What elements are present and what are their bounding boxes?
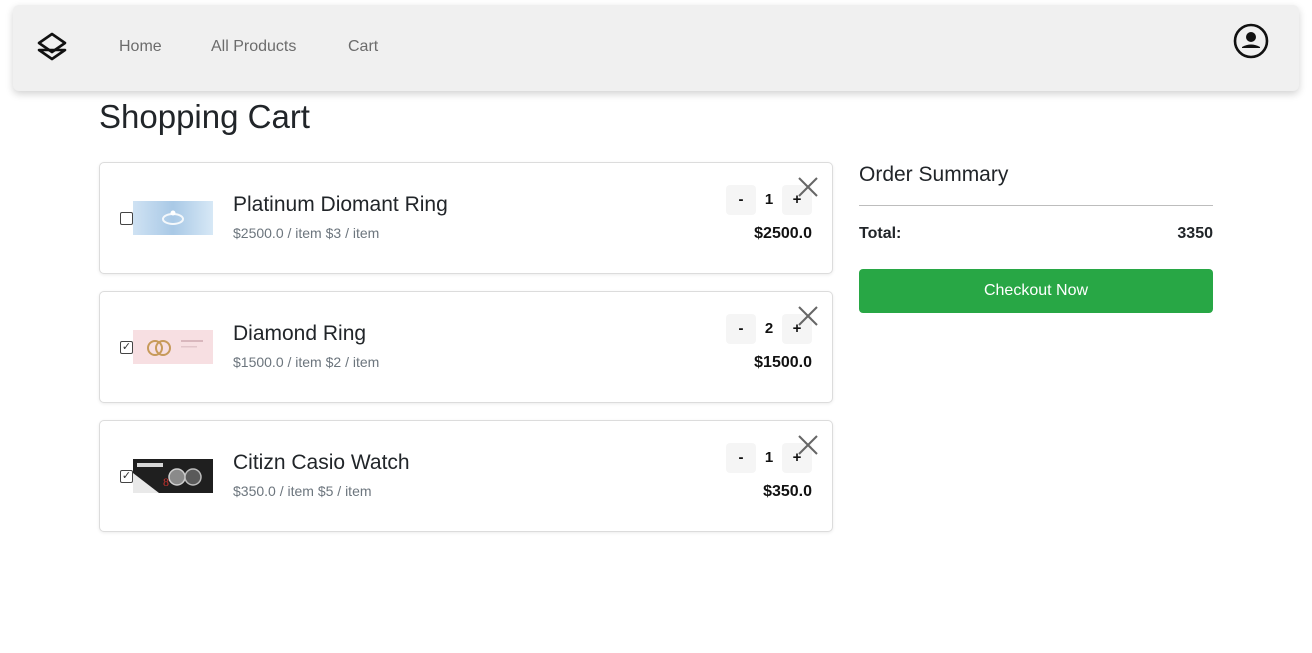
total-value: 3350 — [1177, 225, 1213, 242]
product-price: $1500.0 / item $2 / item — [233, 354, 380, 370]
item-select-checkbox[interactable] — [120, 212, 133, 225]
quantity-value: 1 — [764, 449, 774, 466]
cart-item: ✓ Diamond Ring $1500.0 / item $2 / item … — [99, 291, 833, 403]
checkout-button[interactable]: Checkout Now — [859, 269, 1213, 313]
product-price: $350.0 / item $5 / item — [233, 483, 372, 499]
decrement-button[interactable]: - — [726, 185, 756, 215]
nav-link-home[interactable]: Home — [119, 38, 162, 56]
product-name: Platinum Diomant Ring — [233, 193, 448, 216]
svg-text:8: 8 — [163, 475, 169, 489]
quantity-value: 2 — [764, 320, 774, 337]
navbar: Home All Products Cart — [13, 5, 1299, 91]
close-icon[interactable] — [796, 175, 820, 199]
product-name: Citizn Casio Watch — [233, 451, 410, 474]
close-icon[interactable] — [796, 304, 820, 328]
total-label: Total: — [859, 225, 902, 242]
quantity-value: 1 — [764, 191, 774, 208]
product-thumbnail — [133, 201, 213, 235]
item-select-checkbox[interactable]: ✓ — [120, 341, 133, 354]
product-thumbnail — [133, 330, 213, 364]
order-summary-title: Order Summary — [859, 163, 1009, 186]
cart-item: ✓ 8 Citizn Casio Watch $350.0 / item $5 … — [99, 420, 833, 532]
item-select-checkbox[interactable]: ✓ — [120, 470, 133, 483]
decrement-button[interactable]: - — [726, 314, 756, 344]
nav-link-all-products[interactable]: All Products — [211, 38, 296, 56]
nav-link-cart[interactable]: Cart — [348, 38, 378, 56]
page-title: Shopping Cart — [99, 98, 310, 135]
line-total: $1500.0 — [754, 354, 812, 371]
product-price: $2500.0 / item $3 / item — [233, 225, 380, 241]
user-circle-icon[interactable] — [1232, 22, 1270, 60]
line-total: $2500.0 — [754, 225, 812, 242]
product-thumbnail: 8 — [133, 459, 213, 493]
line-total: $350.0 — [763, 483, 812, 500]
summary-divider — [859, 205, 1213, 206]
cart-item: Platinum Diomant Ring $2500.0 / item $3 … — [99, 162, 833, 274]
close-icon[interactable] — [796, 433, 820, 457]
product-name: Diamond Ring — [233, 322, 367, 345]
layers-logo-icon[interactable] — [35, 31, 69, 65]
decrement-button[interactable]: - — [726, 443, 756, 473]
